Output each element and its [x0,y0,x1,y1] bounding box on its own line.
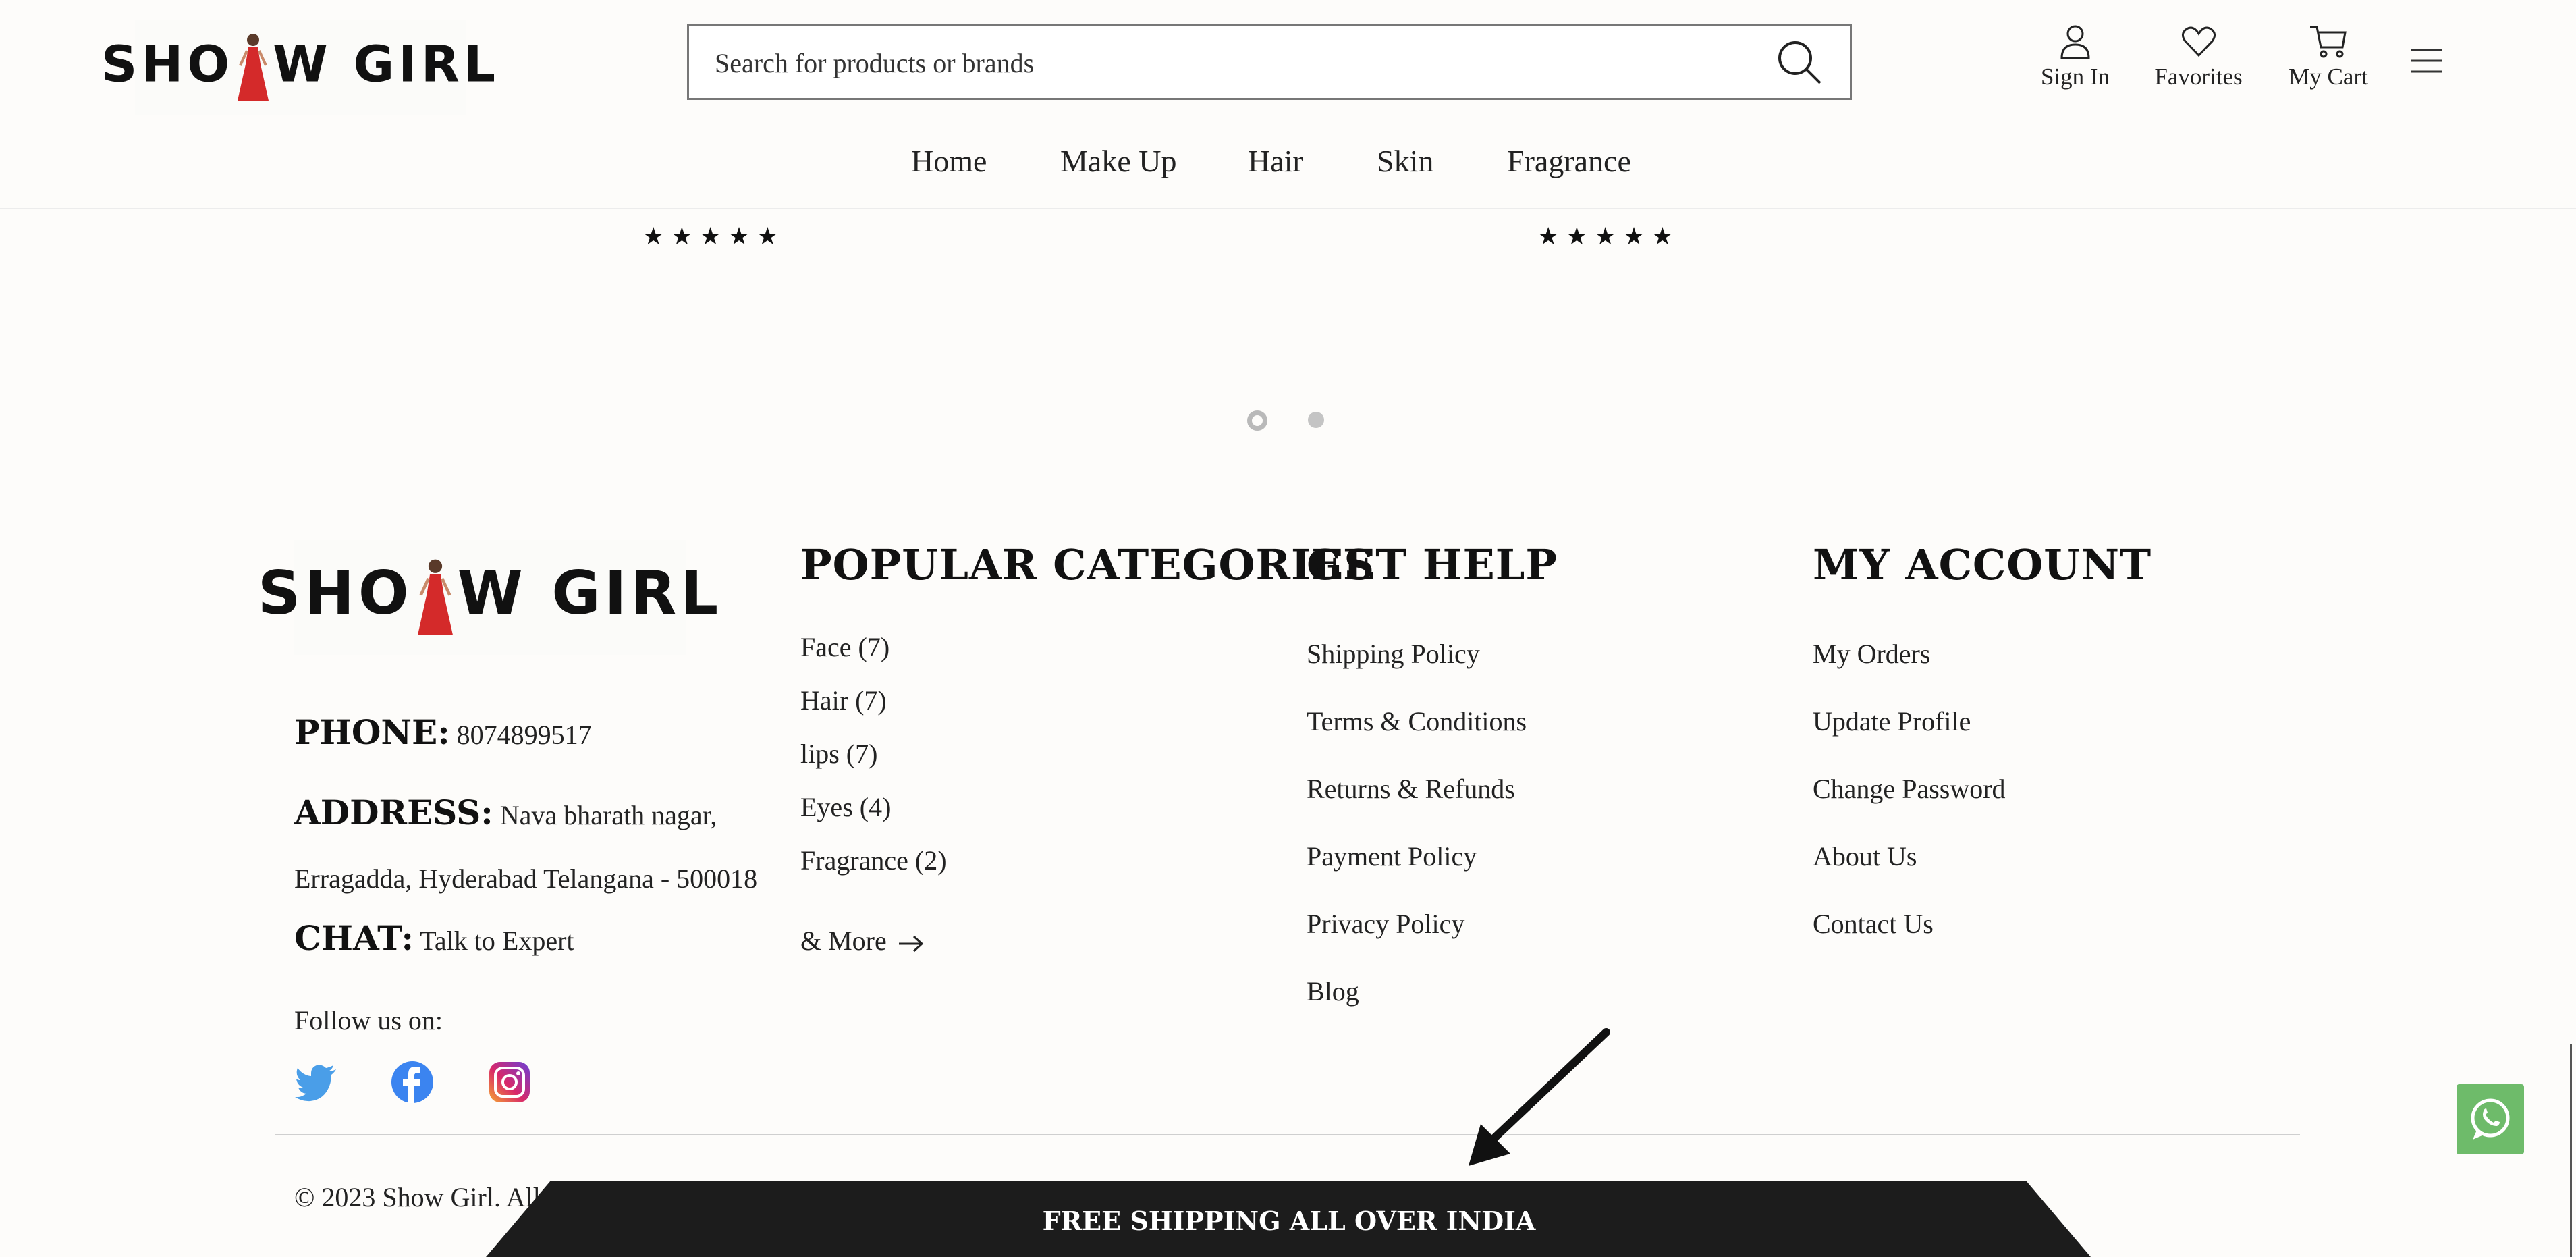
product-rating-1: ★★★★★ [642,223,786,250]
follow-us-label: Follow us on: [294,1005,443,1036]
instagram-icon[interactable] [487,1060,532,1104]
chat-link[interactable]: Talk to Expert [420,926,574,956]
nav-home[interactable]: Home [911,143,987,179]
phone-value[interactable]: 8074899517 [457,720,592,750]
free-shipping-text: FREE SHIPPING ALL OVER INDIA [1042,1206,1536,1236]
nav-skin[interactable]: Skin [1377,143,1433,179]
address-line-1: Nava bharath nagar, [499,800,717,830]
cart-icon [2310,26,2347,58]
terms-conditions-link[interactable]: Terms & Conditions [1307,705,1527,737]
scrollbar-edge[interactable] [2570,1044,2572,1257]
sign-in-button[interactable]: Sign In [2031,24,2119,90]
address-label: ADDRESS: [294,793,493,832]
logo-text-right: W GIRL [273,35,499,94]
privacy-policy-link[interactable]: Privacy Policy [1307,908,1464,940]
favorites-label: Favorites [2154,63,2243,90]
my-cart-label: My Cart [2289,63,2368,90]
nav-hair[interactable]: Hair [1248,143,1303,179]
logo-text-left: SHO [101,35,234,94]
category-link-eyes[interactable]: Eyes (4) [800,791,891,823]
facebook-icon[interactable] [390,1060,435,1104]
footer-logo-text-left: SHO [257,558,413,628]
whatsapp-icon [2471,1098,2510,1140]
copyright-text: © 2023 Show Girl. All [294,1182,541,1212]
more-label: & More [800,926,887,956]
shipping-policy-link[interactable]: Shipping Policy [1307,638,1480,670]
category-link-lips[interactable]: lips (7) [800,738,877,770]
carousel-dot-active[interactable] [1247,410,1267,431]
my-account-heading: MY ACCOUNT [1813,540,2152,589]
search-icon[interactable] [1776,38,1823,86]
payment-policy-link[interactable]: Payment Policy [1307,840,1477,872]
annotation-arrow-icon [1469,1028,1610,1166]
user-icon [2060,25,2090,59]
my-cart-button[interactable]: My Cart [2281,24,2376,90]
hamburger-menu-icon[interactable] [2409,47,2443,74]
site-header: SHO W GIRL Sign In Favorites [0,0,2576,209]
chat-label: CHAT: [294,918,414,958]
search-bar [687,24,1852,100]
get-help-heading: GET HELP [1307,540,1558,589]
heart-icon [2181,26,2216,57]
category-link-hair[interactable]: Hair (7) [800,685,887,716]
footer-logo-text-right: W GIRL [457,558,723,628]
whatsapp-chat-button[interactable] [2457,1084,2524,1154]
sign-in-label: Sign In [2040,63,2110,90]
nav-make-up[interactable]: Make Up [1060,143,1176,179]
arrow-right-icon [898,935,923,952]
my-orders-link[interactable]: My Orders [1813,638,1930,670]
popular-categories-heading: POPULAR CATEGORIES [800,540,1375,589]
product-rating-2: ★★★★★ [1537,223,1680,250]
more-categories-link[interactable]: & More [800,925,925,957]
contact-phone: PHONE: 8074899517 [294,712,592,752]
category-link-face[interactable]: Face (7) [800,631,889,663]
footer-divider [275,1134,2300,1135]
header-logo[interactable]: SHO W GIRL [101,20,495,115]
returns-refunds-link[interactable]: Returns & Refunds [1307,773,1515,805]
contact-us-link[interactable]: Contact Us [1813,908,1934,940]
logo-girl-icon [238,34,269,101]
favorites-button[interactable]: Favorites [2149,24,2247,90]
phone-label: PHONE: [294,712,450,752]
search-input[interactable] [713,26,1769,99]
footer-logo[interactable]: SHO W GIRL [258,540,718,655]
twitter-icon[interactable] [294,1060,339,1104]
carousel-dot[interactable] [1308,412,1324,428]
update-profile-link[interactable]: Update Profile [1813,705,1971,737]
nav-fragrance[interactable]: Fragrance [1507,143,1631,179]
blog-link[interactable]: Blog [1307,975,1359,1007]
logo-girl-icon [417,559,453,635]
contact-chat: CHAT: Talk to Expert [294,918,574,958]
address-line-2: Erragadda, Hyderabad Telangana - 500018 [294,863,758,894]
about-us-link[interactable]: About Us [1813,840,1917,872]
contact-address: ADDRESS: Nava bharath nagar, [294,793,717,832]
category-link-fragrance[interactable]: Fragrance (2) [800,845,947,876]
change-password-link[interactable]: Change Password [1813,773,2006,805]
